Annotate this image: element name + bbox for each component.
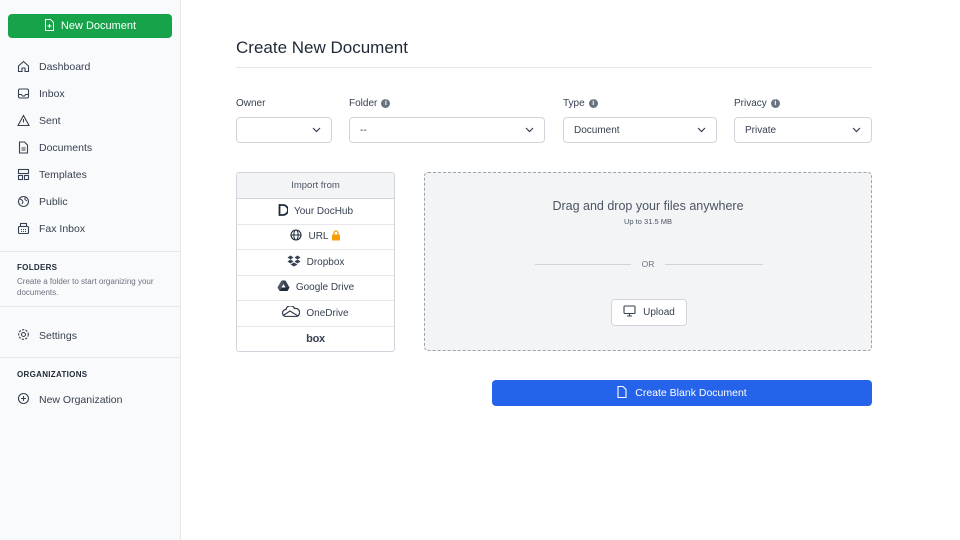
sidebar-divider <box>0 306 181 307</box>
sidebar-item-documents[interactable]: Documents <box>0 134 181 161</box>
or-label: OR <box>641 259 655 269</box>
organizations-title: ORGANIZATIONS <box>17 370 88 379</box>
document-icon <box>17 141 30 154</box>
globe-icon <box>17 195 30 208</box>
create-blank-document-button[interactable]: Create Blank Document <box>492 380 872 406</box>
import-panel: Import from Your DocHub URL Dropbox Goog… <box>236 172 395 352</box>
lock-icon <box>331 230 341 244</box>
folders-hint: Create a folder to start organizing your… <box>17 277 154 297</box>
file-dropzone[interactable]: Drag and drop your files anywhere Up to … <box>424 172 872 351</box>
sidebar-item-sent[interactable]: Sent <box>0 107 181 134</box>
plus-circle-icon <box>17 392 30 408</box>
import-your-dochub[interactable]: Your DocHub <box>237 199 394 225</box>
folders-title: FOLDERS <box>17 263 58 272</box>
sidebar-item-dashboard[interactable]: Dashboard <box>0 53 181 80</box>
folder-select[interactable]: -- <box>349 117 545 143</box>
google-drive-icon <box>277 280 290 295</box>
globe-icon <box>290 229 303 244</box>
import-dropbox[interactable]: Dropbox <box>237 250 394 276</box>
onedrive-icon <box>282 305 301 320</box>
or-divider-right <box>665 264 763 265</box>
info-icon[interactable]: i <box>588 99 598 108</box>
type-select[interactable]: Document <box>563 117 717 143</box>
import-url[interactable]: URL <box>237 225 394 250</box>
chevron-down-icon <box>852 125 861 136</box>
sidebar-item-templates[interactable]: Templates <box>0 161 181 188</box>
info-icon[interactable]: i <box>381 99 391 108</box>
info-icon[interactable]: i <box>770 99 780 108</box>
folder-label: Folder i <box>349 98 391 109</box>
new-file-icon <box>44 18 55 34</box>
upload-button[interactable]: Upload <box>611 299 687 326</box>
privacy-label: Privacy i <box>734 98 780 109</box>
owner-label: Owner <box>236 98 266 109</box>
import-onedrive[interactable]: OneDrive <box>237 301 394 327</box>
inbox-icon <box>17 87 30 100</box>
import-heading: Import from <box>237 173 394 199</box>
gear-icon <box>17 328 30 344</box>
title-divider <box>236 67 872 68</box>
chevron-down-icon <box>697 125 706 136</box>
privacy-select[interactable]: Private <box>734 117 872 143</box>
new-document-button[interactable]: New Document <box>8 14 172 38</box>
sidebar-divider <box>0 357 181 358</box>
fax-icon <box>17 222 30 235</box>
type-label: Type i <box>563 98 598 109</box>
box-icon: box <box>306 333 325 346</box>
monitor-icon <box>623 305 636 320</box>
new-organization-button[interactable]: New Organization <box>0 390 181 410</box>
sent-icon <box>17 114 30 127</box>
sidebar-item-inbox[interactable]: Inbox <box>0 80 181 107</box>
dropzone-title: Drag and drop your files anywhere <box>552 199 744 213</box>
sidebar-item-settings[interactable]: Settings <box>0 326 181 346</box>
sidebar-item-fax-inbox[interactable]: Fax Inbox <box>0 215 181 242</box>
import-google-drive[interactable]: Google Drive <box>237 276 394 301</box>
dochub-icon <box>278 203 289 219</box>
dropzone-size-limit: Up to 31.5 MB <box>624 217 672 226</box>
templates-icon <box>17 168 30 181</box>
dropbox-icon <box>287 255 301 270</box>
owner-select[interactable] <box>236 117 332 143</box>
document-icon <box>617 385 627 401</box>
home-icon <box>17 60 30 73</box>
chevron-down-icon <box>525 125 534 136</box>
sidebar: New Document Dashboard Inbox Sent Docume… <box>0 0 181 540</box>
chevron-down-icon <box>312 125 321 136</box>
sidebar-item-public[interactable]: Public <box>0 188 181 215</box>
new-document-label: New Document <box>60 20 137 32</box>
page-title: Create New Document <box>236 38 408 57</box>
import-box[interactable]: box <box>237 327 394 352</box>
sidebar-nav: Dashboard Inbox Sent Documents Templates… <box>0 53 181 242</box>
sidebar-divider <box>0 251 181 252</box>
